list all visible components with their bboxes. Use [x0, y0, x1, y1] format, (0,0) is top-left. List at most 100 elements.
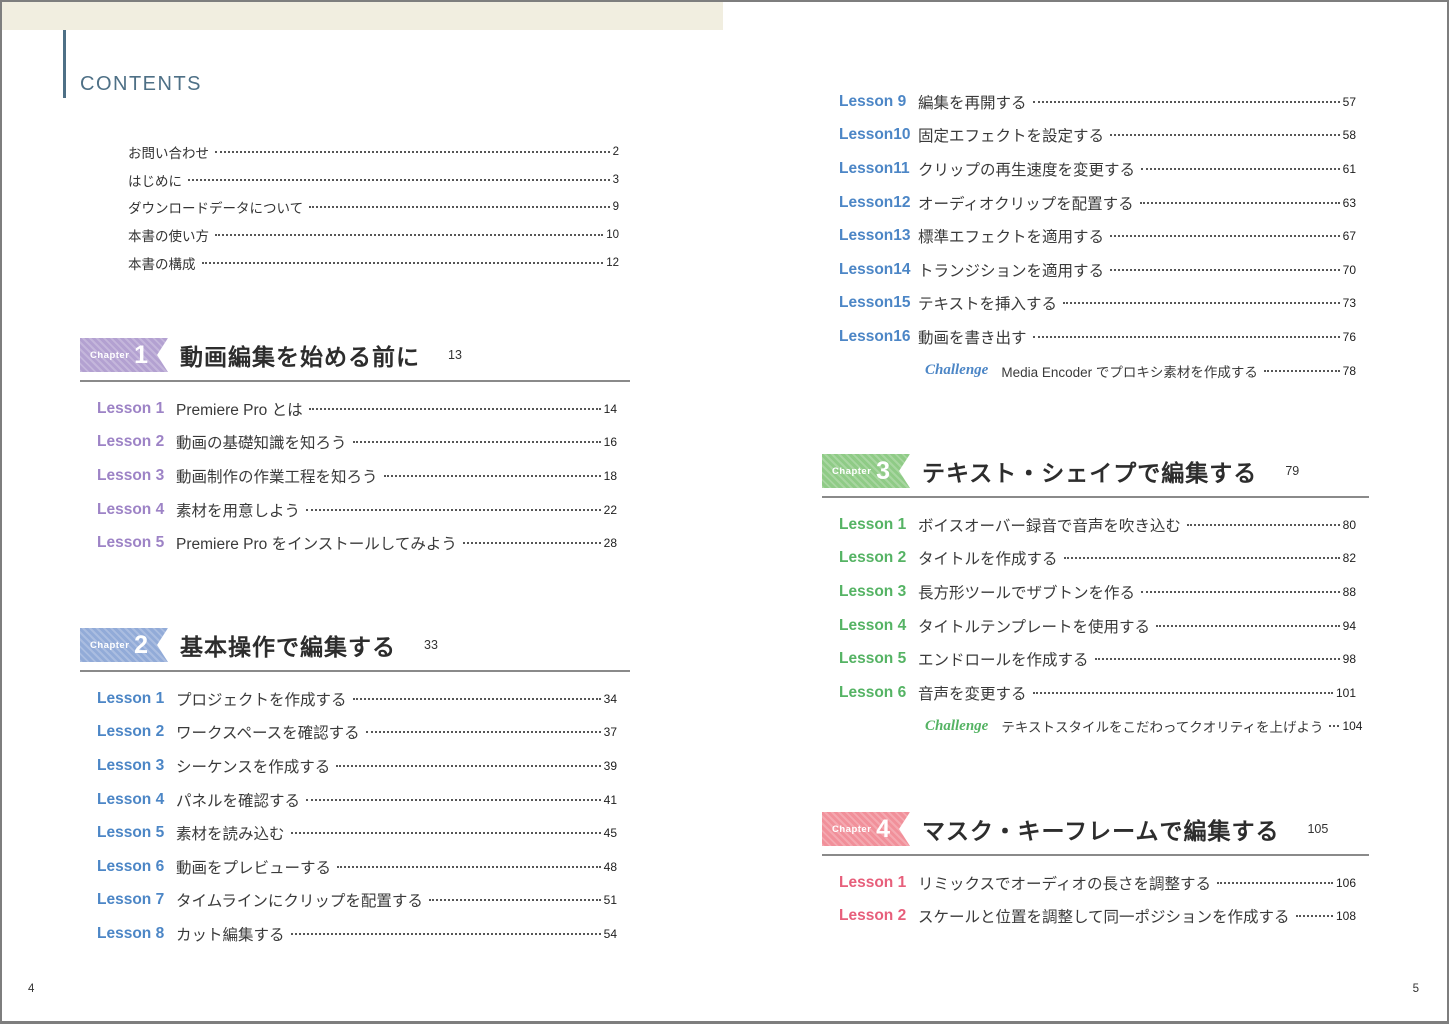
toc-entry: Lesson 2 タイトルを作成する 82 — [839, 542, 1356, 576]
lesson-label: Lesson11 — [839, 160, 918, 178]
lesson-label: Lesson 3 — [839, 583, 918, 601]
lesson-list: Lesson 1 Premiere Pro とは 14 Lesson 2 動画の… — [97, 392, 617, 560]
toc-entry-label: はじめに — [128, 170, 182, 190]
toc-entry-page: 12 — [606, 257, 619, 269]
chapter-badge-number: 3 — [876, 459, 890, 484]
lesson-label: Lesson 4 — [97, 501, 176, 519]
lesson-title: シーケンスを作成する — [176, 755, 330, 777]
toc-entry-label: 本書の構成 — [128, 253, 196, 273]
lesson-label: Lesson 5 — [97, 824, 176, 842]
front-matter-list: お問い合わせ 2 はじめに 3 ダウンロードデータについて 9 本書の使い方 1… — [128, 138, 619, 276]
lesson-page: 48 — [604, 860, 617, 874]
chapter-badge-number: 1 — [134, 343, 148, 368]
dot-leader — [1329, 719, 1339, 727]
lesson-label: Lesson 1 — [97, 400, 176, 418]
chapter-badge-word: Chapter — [832, 824, 871, 835]
lesson-label: Lesson 7 — [97, 891, 176, 909]
lesson-page: 58 — [1343, 128, 1356, 142]
dot-leader — [1141, 585, 1340, 593]
lesson-list: Lesson 1 プロジェクトを作成する 34 Lesson 2 ワークスペース… — [97, 682, 617, 951]
toc-entry: Lesson 5 エンドロールを作成する 98 — [839, 642, 1356, 676]
dot-leader — [336, 759, 600, 767]
toc-entry-page: 10 — [606, 229, 619, 241]
challenge-page: 104 — [1342, 719, 1362, 733]
chapter-badge-word: Chapter — [90, 640, 129, 651]
chapter-badge-word: Chapter — [90, 350, 129, 361]
lesson-label: Lesson 3 — [97, 757, 176, 775]
lesson-page: 34 — [604, 692, 617, 706]
dot-leader — [215, 228, 603, 236]
chapter-badge: Chapter 1 — [80, 338, 168, 372]
lesson-label: Lesson 4 — [839, 617, 918, 635]
lesson-page: 108 — [1336, 909, 1356, 923]
chapter-4-heading: Chapter 4 マスク・キーフレームで編集する 105 — [822, 812, 1369, 846]
toc-entry: Lesson 3 長方形ツールでザブトンを作る 88 — [839, 575, 1356, 609]
dot-leader — [384, 469, 601, 477]
lesson-label: Lesson 1 — [839, 874, 918, 892]
lesson-page: 22 — [604, 503, 617, 517]
toc-entry-challenge: Challenge Media Encoder でプロキシ素材を作成する 78 — [839, 354, 1356, 388]
contents-title: CONTENTS — [80, 73, 202, 98]
dot-leader — [1110, 263, 1340, 271]
toc-entry: Lesson 1 リミックスでオーディオの長さを調整する 106 — [839, 866, 1356, 900]
toc-entry: Lesson 2 動画の基礎知識を知ろう 16 — [97, 426, 617, 460]
dot-leader — [353, 435, 601, 443]
lesson-label: Lesson 2 — [839, 907, 918, 925]
chapter-badge: Chapter 2 — [80, 628, 168, 662]
lesson-title: タイムラインにクリップを配置する — [176, 889, 423, 911]
toc-entry-page: 2 — [613, 146, 619, 158]
challenge-label: Challenge — [925, 362, 988, 379]
lesson-page: 54 — [604, 927, 617, 941]
dot-leader — [1217, 876, 1333, 884]
lesson-label: Lesson 6 — [839, 684, 918, 702]
chapter-1-heading: Chapter 1 動画編集を始める前に 13 — [80, 338, 630, 372]
chapter-divider — [822, 854, 1369, 856]
lesson-page: 70 — [1343, 263, 1356, 277]
lesson-page: 82 — [1343, 551, 1356, 565]
toc-entry: お問い合わせ 2 — [128, 138, 619, 166]
lesson-label: Lesson 1 — [97, 690, 176, 708]
challenge-title: Media Encoder でプロキシ素材を作成する — [1001, 361, 1258, 381]
lesson-page: 18 — [604, 469, 617, 483]
toc-entry: Lesson 2 ワークスペースを確認する 37 — [97, 716, 617, 750]
chapter-3-heading: Chapter 3 テキスト・シェイプで編集する 79 — [822, 454, 1369, 488]
lesson-title: カット編集する — [176, 923, 285, 945]
lesson-title: 長方形ツールでザブトンを作る — [918, 581, 1135, 603]
dot-leader — [1110, 229, 1340, 237]
toc-entry-page: 9 — [613, 201, 619, 213]
chapter-page: 33 — [424, 638, 438, 652]
chapter-2-heading: Chapter 2 基本操作で編集する 33 — [80, 628, 630, 662]
dot-leader — [309, 402, 601, 410]
chapter-badge: Chapter 4 — [822, 812, 910, 846]
chapter-badge: Chapter 3 — [822, 454, 910, 488]
lesson-title: トランジションを適用する — [918, 259, 1104, 281]
lesson-label: Lesson 2 — [97, 723, 176, 741]
lesson-title: クリップの再生速度を変更する — [918, 158, 1135, 180]
challenge-title: テキストスタイルをこだわってクオリティを上げよう — [1001, 716, 1323, 736]
chapter-badge-word: Chapter — [832, 466, 871, 477]
toc-entry-label: ダウンロードデータについて — [128, 197, 303, 217]
toc-entry-label: お問い合わせ — [128, 142, 209, 162]
lesson-page: 16 — [604, 435, 617, 449]
dot-leader — [202, 256, 604, 264]
lesson-title: パネルを確認する — [176, 789, 300, 811]
lesson-label: Lesson14 — [839, 261, 918, 279]
lesson-title: 動画制作の作業工程を知ろう — [176, 465, 378, 487]
lesson-title: タイトルテンプレートを使用する — [918, 615, 1150, 637]
toc-entry: 本書の構成 12 — [128, 249, 619, 277]
toc-entry-label: 本書の使い方 — [128, 225, 209, 245]
chapter-1-section: Chapter 1 動画編集を始める前に 13 Lesson 1 Premier… — [80, 338, 630, 560]
toc-entry: Lesson14 トランジションを適用する 70 — [839, 253, 1356, 287]
lesson-page: 94 — [1343, 619, 1356, 633]
chapter-title: テキスト・シェイプで編集する — [922, 454, 1257, 488]
chapter-3-section: Chapter 3 テキスト・シェイプで編集する 79 Lesson 1 ボイス… — [822, 454, 1369, 743]
lesson-label: Lesson13 — [839, 227, 918, 245]
lesson-page: 14 — [604, 402, 617, 416]
toc-entry: はじめに 3 — [128, 166, 619, 194]
lesson-page: 45 — [604, 826, 617, 840]
toc-entry: Lesson13 標準エフェクトを適用する 67 — [839, 219, 1356, 253]
dot-leader — [1033, 330, 1340, 338]
chapter-page: 79 — [1285, 464, 1299, 478]
lesson-list: Lesson 1 ボイスオーバー録音で音声を吹き込む 80 Lesson 2 タ… — [839, 508, 1356, 743]
lesson-label: Lesson 2 — [97, 433, 176, 451]
